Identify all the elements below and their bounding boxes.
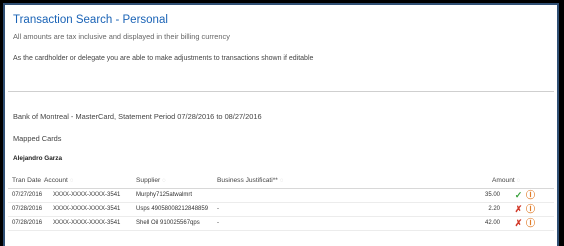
x-icon[interactable]: ✗ [513, 218, 524, 229]
col-business-justification[interactable]: Business Justificati** ◌ [217, 177, 283, 184]
col-tran-date[interactable]: Tran Date ◌ [12, 177, 47, 184]
check-icon[interactable]: ✓ [513, 190, 524, 201]
col-account[interactable]: Account ◌ [44, 177, 73, 184]
section-divider [8, 91, 554, 92]
table-row[interactable]: 07/28/2016 XXXX-XXXX-XXXX-3541 Shell Oil… [8, 218, 554, 231]
table-row[interactable]: 07/27/2016 XXXX-XXXX-XXXX-3541 Murphy712… [8, 190, 554, 203]
supplier-cell: Usps 49058008212848859 [136, 206, 209, 212]
history-icon[interactable]: Ⓘ [525, 204, 536, 215]
page-subtitle: All amounts are tax inclusive and displa… [13, 32, 230, 41]
x-icon[interactable]: ✗ [513, 204, 524, 215]
table-header: Tran Date ◌ Account ◌ Supplier ◌ Business J… [8, 176, 554, 189]
account-cell: XXXX-XXXX-XXXX-3541 [53, 206, 121, 212]
supplier-cell: Shell Oil 910025567qps [136, 220, 200, 226]
tran-date-cell: 07/27/2016 [12, 192, 43, 198]
tran-date-cell: 07/28/2016 [12, 220, 43, 226]
supplier-cell: Murphy7125atwalmrt [136, 192, 193, 198]
history-icon[interactable]: Ⓘ [525, 218, 536, 229]
adjustment-notice: As the cardholder or delegate you are ab… [13, 55, 314, 62]
account-cell: XXXX-XXXX-XXXX-3541 [53, 192, 121, 198]
col-supplier[interactable]: Supplier ◌ [136, 177, 166, 184]
amount-cell: 35.00 [484, 192, 500, 198]
justification-cell: - [217, 220, 219, 226]
sort-icon[interactable]: ◌ [517, 178, 521, 184]
sort-icon[interactable]: ◌ [162, 178, 166, 184]
col-amount[interactable]: Amount ◌ [492, 177, 520, 184]
tran-date-cell: 07/28/2016 [12, 206, 43, 212]
cardholder-name: Alejandro Garza [13, 155, 63, 162]
statement-period-label: Bank of Montreal - MasterCard, Statement… [13, 112, 262, 121]
justification-cell: - [217, 206, 219, 212]
page-title: Transaction Search - Personal [13, 14, 168, 26]
sort-icon[interactable]: ◌ [280, 178, 284, 184]
history-icon[interactable]: Ⓘ [525, 190, 536, 201]
account-cell: XXXX-XXXX-XXXX-3541 [53, 220, 121, 226]
sort-icon[interactable]: ◌ [70, 178, 74, 184]
amount-cell: 2.20 [488, 206, 500, 212]
mapped-cards-label: Mapped Cards [13, 134, 62, 143]
transaction-search-panel: Transaction Search - Personal All amount… [3, 3, 559, 246]
amount-cell: 42.00 [484, 220, 500, 226]
table-row[interactable]: 07/28/2016 XXXX-XXXX-XXXX-3541 Usps 4905… [8, 204, 554, 217]
